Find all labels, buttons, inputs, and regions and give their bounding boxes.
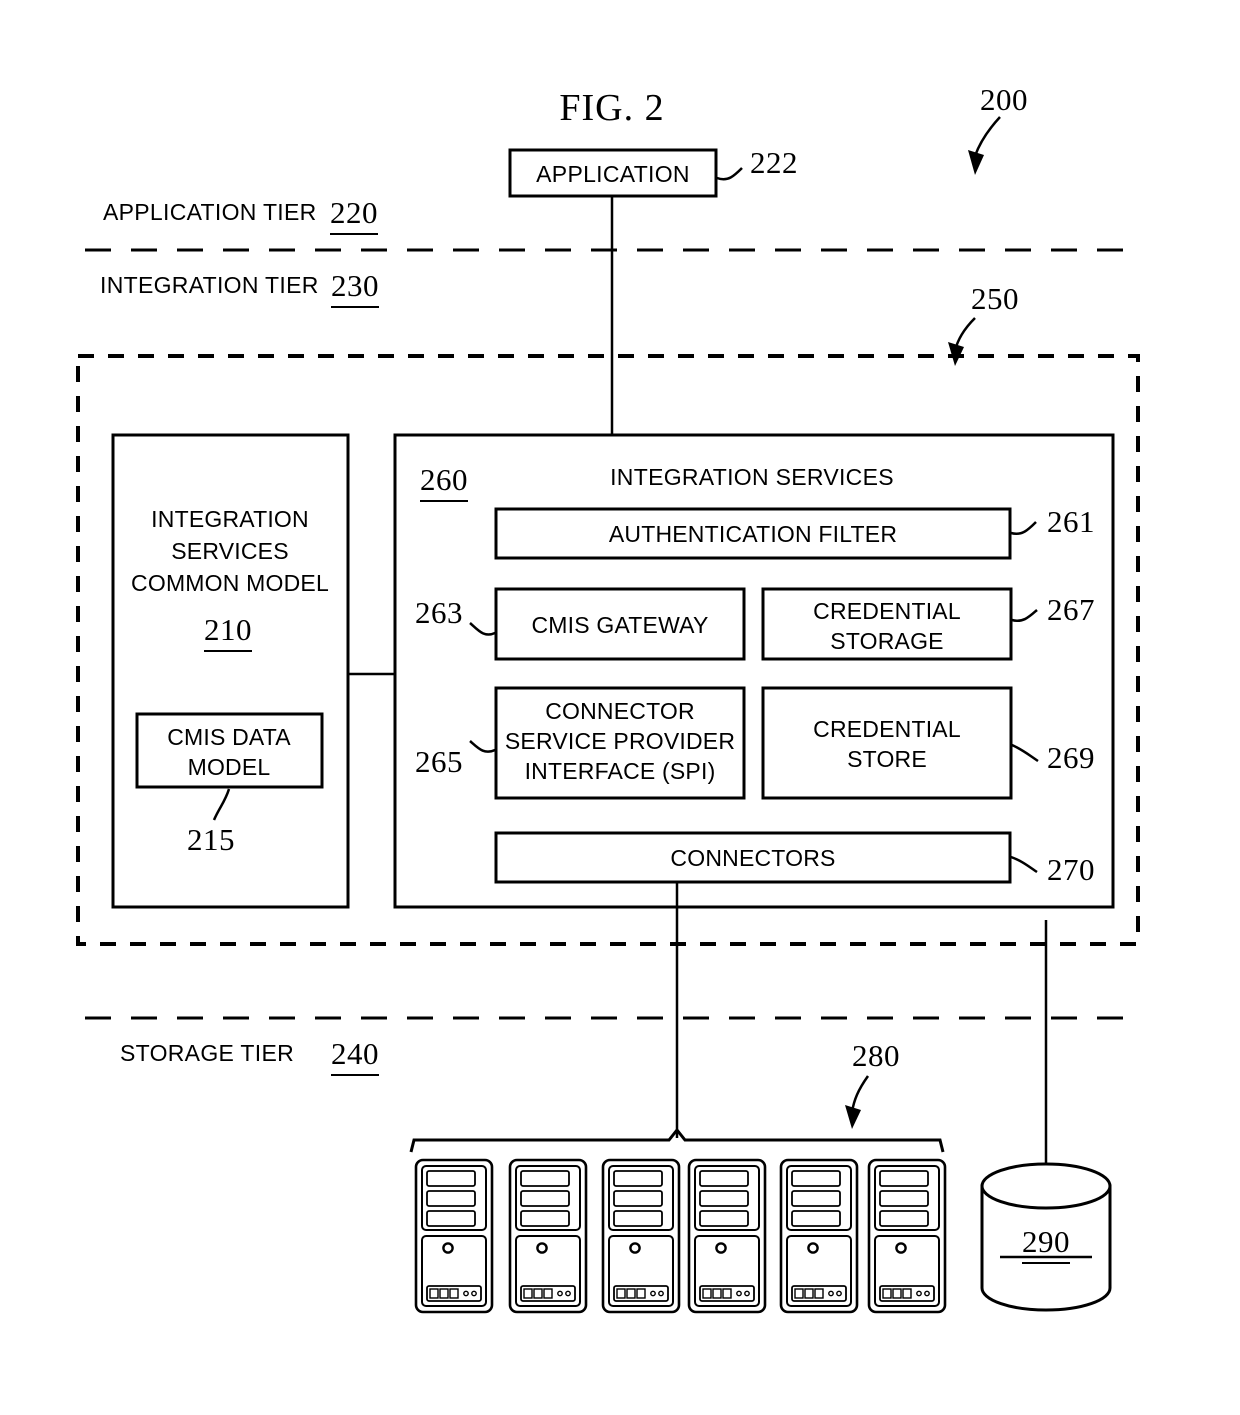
application-label: APPLICATION xyxy=(536,161,690,187)
leader-280 xyxy=(850,1075,870,1113)
server-tower[interactable] xyxy=(508,1158,588,1314)
common-model-reference-210: 210 xyxy=(204,612,252,652)
server-tower[interactable] xyxy=(779,1158,859,1314)
database-reference-290: 290 xyxy=(1022,1224,1070,1264)
tier-label-storage: STORAGE TIER xyxy=(120,1040,295,1066)
leader-200 xyxy=(973,116,1001,157)
tier-reference-240: 240 xyxy=(331,1036,379,1076)
tier-label-application: APPLICATION TIER xyxy=(103,199,317,225)
leader-200-arrowhead xyxy=(968,150,984,175)
tier-label-integration: INTEGRATION TIER xyxy=(100,272,319,298)
server-tower[interactable] xyxy=(687,1158,767,1314)
connectors-label: CONNECTORS xyxy=(670,845,836,871)
application-reference-222: 222 xyxy=(750,145,798,180)
common-model-title-line3: COMMON MODEL xyxy=(131,570,329,596)
cmis-gateway-label: CMIS GATEWAY xyxy=(531,612,709,638)
cmis-data-model-line1: CMIS DATA xyxy=(167,724,291,750)
leader-222 xyxy=(716,167,743,181)
server-tower[interactable] xyxy=(414,1158,494,1314)
connector-spi-label-line1: CONNECTOR xyxy=(545,698,695,724)
authentication-filter-label: AUTHENTICATION FILTER xyxy=(608,521,898,547)
patent-figure-2: FIG. 2 200 APPLICATION 222 APPLICATION T… xyxy=(0,0,1240,1415)
cmis-data-model-reference-215: 215 xyxy=(187,822,235,857)
leader-280-arrowhead xyxy=(845,1105,861,1129)
tier-reference-230: 230 xyxy=(331,268,379,308)
platform-reference-250: 250 xyxy=(971,281,1019,316)
tier-reference-220: 220 xyxy=(330,195,378,235)
cmis-data-model-line2: MODEL xyxy=(187,754,271,780)
connector-spi-label-line3: INTERFACE (SPI) xyxy=(524,758,716,784)
common-model-title-line1: INTEGRATION xyxy=(151,506,309,532)
server-tower[interactable] xyxy=(601,1158,681,1314)
authentication-filter-reference-261: 261 xyxy=(1047,504,1095,539)
credential-store-reference-269: 269 xyxy=(1047,740,1095,775)
system-reference-200: 200 xyxy=(980,82,1028,117)
cmis-gateway-reference-263: 263 xyxy=(415,595,463,630)
credential-storage-label-line2: STORAGE xyxy=(830,628,944,654)
credential-store-label-line2: STORE xyxy=(847,746,927,772)
server-group-reference-280: 280 xyxy=(852,1038,900,1073)
figure-title: FIG. 2 xyxy=(559,87,665,129)
integration-services-title: INTEGRATION SERVICES xyxy=(610,464,894,490)
credential-storage-label-line1: CREDENTIAL xyxy=(813,598,961,624)
common-model-title-line2: SERVICES xyxy=(171,538,289,564)
credential-store-label-line1: CREDENTIAL xyxy=(813,716,961,742)
server-tower-group xyxy=(414,1158,947,1314)
connectors-reference-270: 270 xyxy=(1047,852,1095,887)
connector-spi-reference-265: 265 xyxy=(415,744,463,779)
credential-storage-reference-267: 267 xyxy=(1047,592,1095,627)
integration-services-reference-260: 260 xyxy=(420,462,468,502)
server-tower[interactable] xyxy=(867,1158,947,1314)
connector-spi-label-line2: SERVICE PROVIDER xyxy=(504,728,736,754)
